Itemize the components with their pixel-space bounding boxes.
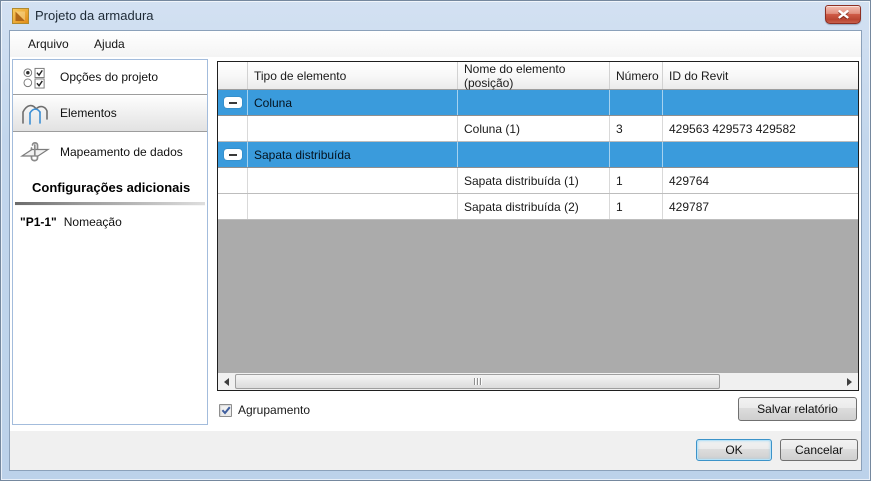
menu-ajuda[interactable]: Ajuda [83,31,136,56]
table-cell: 429563 429573 429582 [669,121,796,136]
grouping-checkbox[interactable] [219,403,232,417]
data-mapping-icon [20,139,50,166]
save-report-button[interactable]: Salvar relatório [738,397,857,421]
minus-icon [228,101,237,104]
table-cell: 429787 [669,199,710,214]
grip-icon [473,378,475,385]
triangle-left-icon [224,377,229,386]
table-cell [218,142,248,167]
column-header-expander[interactable] [218,62,248,89]
sidebar-item-label: Opções do projeto [60,70,159,84]
sidebar-panel: Opções do projeto Elementos Mapeamento d… [12,59,208,425]
table-cell: 3 [610,116,663,141]
column-header-nome[interactable]: Nome do elemento (posição) [458,62,610,90]
check-mark-icon [221,406,231,415]
table-cell [218,168,248,193]
sidebar-item-nomeacao[interactable]: "P1-1" Nomeação [13,215,207,229]
grouping-label: Agrupamento [238,403,311,417]
column-header-numero[interactable]: Número [610,62,663,89]
table-cell [248,116,458,141]
close-button[interactable] [825,5,861,24]
sidebar-item-label: Elementos [60,106,117,120]
scroll-right-button[interactable] [841,373,858,390]
sidebar-item-label: Mapeamento de dados [60,145,183,159]
table-cell [218,116,248,141]
table-cell [218,90,248,115]
elements-icon [20,100,50,126]
table-cell [218,194,248,219]
client-area: Arquivo Ajuda Opções do projeto Elemento… [9,30,862,471]
table-header: Tipo de elemento Nome do elemento (posiç… [218,62,858,90]
sidebar-item-opcoes-do-projeto[interactable]: Opções do projeto [13,60,207,94]
table-cell [248,194,458,219]
scrollbar-track[interactable] [235,373,841,390]
table-row[interactable]: Coluna (1) 3 429563 429573 429582 [218,116,858,142]
scroll-left-button[interactable] [218,373,235,390]
table-cell: Sapata distribuída [248,142,458,167]
table-cell: Coluna [248,90,458,115]
table-empty-area [218,220,858,373]
table-cell [610,90,663,115]
menu-bar: Arquivo Ajuda [10,31,861,57]
table-cell: Sapata distribuída (1) [458,168,610,193]
elements-table: Tipo de elemento Nome do elemento (posiç… [217,61,859,391]
collapse-button[interactable] [223,97,242,108]
scrollbar-thumb[interactable] [235,374,720,389]
triangle-right-icon [847,377,852,386]
table-cell: 429764 [669,173,710,188]
horizontal-scrollbar[interactable] [218,373,858,390]
dialog-window: Projeto da armadura Arquivo Ajuda Opções… [0,0,871,481]
table-body: Coluna Coluna (1) 3 429563 429573 429582 Sap… [218,90,858,220]
table-cell [663,142,858,167]
table-cell [248,168,458,193]
sidebar-separator [15,202,205,205]
close-icon [837,8,849,22]
table-cell [458,90,610,115]
column-header-id-revit[interactable]: ID do Revit [663,62,858,89]
additional-settings-header: Configurações adicionais [32,180,191,195]
table-row[interactable]: Sapata distribuída (2) 1 429787 [218,194,858,220]
title-bar[interactable]: Projeto da armadura [1,1,870,30]
menu-arquivo[interactable]: Arquivo [17,31,80,56]
table-row[interactable]: Sapata distribuída (1) 1 429764 [218,168,858,194]
table-cell: Coluna (1) [458,116,610,141]
sidebar-item-elementos[interactable]: Elementos [13,94,207,132]
table-cell [458,142,610,167]
footer-bar: OK Cancelar [10,431,861,470]
group-row[interactable]: Sapata distribuída [218,142,858,168]
table-cell [610,142,663,167]
window-title: Projeto da armadura [35,8,154,23]
table-cell: Sapata distribuída (2) [458,194,610,219]
column-header-tipo[interactable]: Tipo de elemento [248,62,458,89]
ok-button[interactable]: OK [696,439,772,461]
table-cell: 1 [610,168,663,193]
cancel-button[interactable]: Cancelar [780,439,858,461]
grip-icon [476,378,478,385]
table-cell: 1 [610,194,663,219]
grouping-option[interactable]: Agrupamento [219,403,310,417]
naming-label: Nomeação [63,215,122,229]
app-logo-icon [12,8,29,24]
group-row[interactable]: Coluna [218,90,858,116]
table-cell [663,90,858,115]
grip-icon [479,378,481,385]
collapse-button[interactable] [223,149,242,160]
naming-prefix: "P1-1" [20,215,57,229]
minus-icon [228,153,237,156]
project-options-icon [20,66,50,89]
sidebar-item-mapeamento-de-dados[interactable]: Mapeamento de dados [13,132,207,172]
